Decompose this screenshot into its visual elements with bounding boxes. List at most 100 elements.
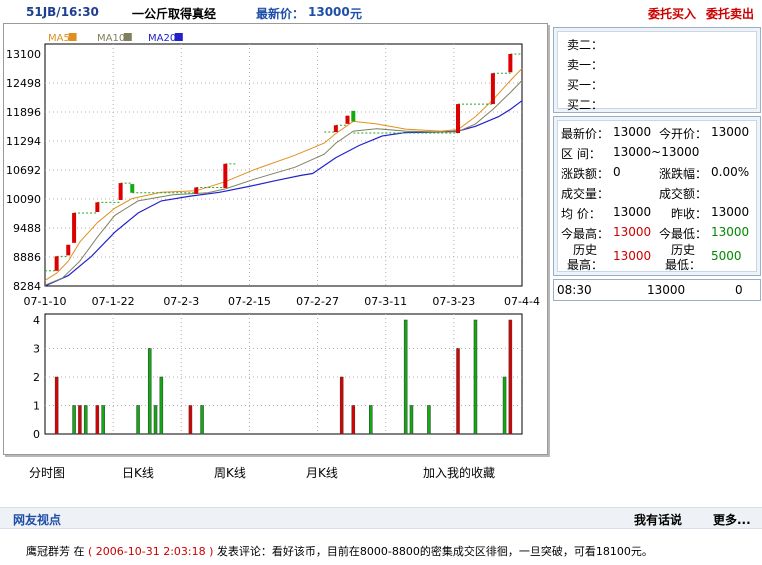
date-axis-tick-label: 07-2-27 bbox=[296, 295, 339, 308]
order-book-inner: 卖二： 卖一： 买一： 买二： bbox=[557, 31, 757, 112]
latest-label: 最新价： bbox=[561, 127, 610, 141]
legend-label-ma10: MA10 bbox=[97, 33, 125, 44]
tab-monthly-kline[interactable]: 月K线 bbox=[306, 464, 338, 481]
volume-bar bbox=[159, 376, 164, 435]
change-label: 涨跌额： bbox=[561, 167, 610, 181]
comments-header: 网友视点 我有话说 更多... bbox=[0, 507, 762, 529]
open-label: 今开价： bbox=[659, 127, 708, 141]
buy-order-link[interactable]: 委托买入 bbox=[648, 5, 696, 22]
quote-inner: 最新价： 13000 今开价： 13000 区 间： 13000~13000 涨… bbox=[557, 120, 757, 272]
price-axis-tick-label: 8284 bbox=[13, 280, 41, 293]
volume-bar bbox=[339, 376, 344, 435]
volume-bar bbox=[502, 376, 507, 435]
price-axis-tick-label: 12498 bbox=[6, 77, 41, 90]
today-low-label: 今最低： bbox=[659, 227, 708, 241]
prev-close-value: 13000 bbox=[711, 205, 750, 219]
candle bbox=[490, 73, 495, 105]
ma20-line bbox=[44, 100, 523, 287]
price-plot-border bbox=[44, 43, 523, 287]
candle bbox=[508, 54, 513, 73]
hist-low-label-line2: 最低： bbox=[665, 258, 702, 272]
tab-daily-kline[interactable]: 日K线 bbox=[122, 464, 154, 481]
comment-at: 在 bbox=[73, 545, 85, 558]
date-axis-tick-label: 07-2-15 bbox=[228, 295, 271, 308]
volume-bar bbox=[78, 405, 82, 435]
legend-swatch-ma5 bbox=[68, 33, 77, 41]
candle bbox=[351, 110, 356, 122]
tick-volume: 0 bbox=[735, 283, 743, 297]
volume-bar bbox=[403, 319, 408, 435]
price-axis-tick-label: 10692 bbox=[6, 164, 41, 177]
ma10-line bbox=[44, 80, 523, 286]
hist-high-label-line2: 最高： bbox=[567, 258, 604, 272]
volume-bar bbox=[188, 405, 193, 435]
volume-bar bbox=[54, 376, 59, 435]
bid1-label: 买一： bbox=[567, 78, 604, 92]
add-favorite-link[interactable]: 加入我的收藏 bbox=[423, 464, 495, 481]
legend-label-ma20: MA20 bbox=[148, 33, 176, 44]
date-axis-tick-label: 07-3-23 bbox=[432, 295, 475, 308]
volume-bar bbox=[427, 405, 431, 435]
volume-bar bbox=[473, 319, 478, 435]
volume-bar bbox=[95, 405, 100, 435]
date-axis-tick-label: 07-1-10 bbox=[24, 295, 67, 308]
volume-bar bbox=[83, 405, 88, 435]
change-value: 0 bbox=[613, 165, 621, 179]
candle bbox=[72, 212, 77, 243]
today-high-label: 今最高： bbox=[561, 227, 610, 241]
latest-price-value: 13000 bbox=[308, 5, 350, 19]
candle bbox=[95, 202, 100, 213]
comment-user[interactable]: 鹰冠群芳 bbox=[26, 545, 70, 558]
tab-weekly-kline[interactable]: 周K线 bbox=[214, 464, 246, 481]
price-axis-tick-label: 9488 bbox=[13, 222, 41, 235]
volume-label: 成交量： bbox=[561, 187, 610, 201]
volume-bar bbox=[147, 348, 152, 435]
more-comments-link[interactable]: 更多... bbox=[713, 511, 751, 528]
quote-panel: 最新价： 13000 今开价： 13000 区 间： 13000~13000 涨… bbox=[553, 116, 761, 276]
avg-value: 13000 bbox=[613, 205, 652, 219]
ask2-label: 卖二： bbox=[567, 38, 604, 52]
comment-timestamp: ( 2006-10-31 2:03:18 ) bbox=[88, 545, 214, 558]
volume-axis-tick-label: 2 bbox=[33, 371, 40, 384]
candle bbox=[194, 187, 199, 194]
sell-order-link[interactable]: 委托卖出 bbox=[706, 5, 754, 22]
range-value: 13000~13000 bbox=[613, 145, 700, 159]
volume-bar bbox=[101, 405, 105, 435]
comments-title: 网友视点 bbox=[13, 513, 62, 527]
today-high-value: 13000 bbox=[613, 225, 652, 239]
candle bbox=[223, 163, 228, 188]
volume-bar bbox=[369, 405, 373, 435]
volume-bar bbox=[409, 405, 414, 435]
price-axis-tick-label: 10090 bbox=[6, 193, 41, 206]
volume-bar bbox=[456, 348, 460, 435]
candle bbox=[54, 256, 59, 271]
candle bbox=[345, 115, 350, 124]
product-name: 一公斤取得真经 bbox=[132, 7, 217, 21]
date-axis-tick-label: 07-4-4 bbox=[504, 295, 540, 308]
date-axis-tick-label: 07-3-11 bbox=[364, 295, 407, 308]
latest-value: 13000 bbox=[613, 125, 652, 139]
candle bbox=[130, 184, 135, 193]
tab-timeshare[interactable]: 分时图 bbox=[29, 464, 65, 481]
candle bbox=[118, 183, 123, 200]
legend-swatch-ma10 bbox=[123, 33, 132, 41]
top-bar: 51JB/16:30 一公斤取得真经 最新价： 13000 元 委托买入 委托卖… bbox=[0, 0, 762, 24]
post-comment-link[interactable]: 我有话说 bbox=[634, 511, 682, 528]
date-axis-tick-label: 07-2-3 bbox=[163, 295, 199, 308]
tick-price: 13000 bbox=[647, 283, 686, 297]
latest-price-label: 最新价： bbox=[256, 7, 305, 21]
price-axis-tick-label: 11896 bbox=[6, 106, 41, 119]
product-code-time: 51JB/16:30 bbox=[26, 5, 99, 19]
hist-low-value: 5000 bbox=[711, 249, 742, 263]
volume-bar bbox=[508, 319, 513, 435]
date-axis-tick-label: 07-1-22 bbox=[92, 295, 135, 308]
price-axis-tick-label: 11294 bbox=[6, 135, 41, 148]
volume-axis-tick-label: 4 bbox=[33, 314, 40, 327]
comment-item: 鹰冠群芳 在 ( 2006-10-31 2:03:18 ) 发表评论：看好该币，… bbox=[26, 543, 653, 559]
volume-bar bbox=[136, 405, 140, 435]
ma5-line bbox=[44, 68, 523, 281]
volume-bar bbox=[153, 405, 158, 435]
amount-label: 成交额： bbox=[659, 187, 708, 201]
price-axis-tick-label: 8886 bbox=[13, 251, 41, 264]
hist-high-value: 13000 bbox=[613, 249, 652, 263]
